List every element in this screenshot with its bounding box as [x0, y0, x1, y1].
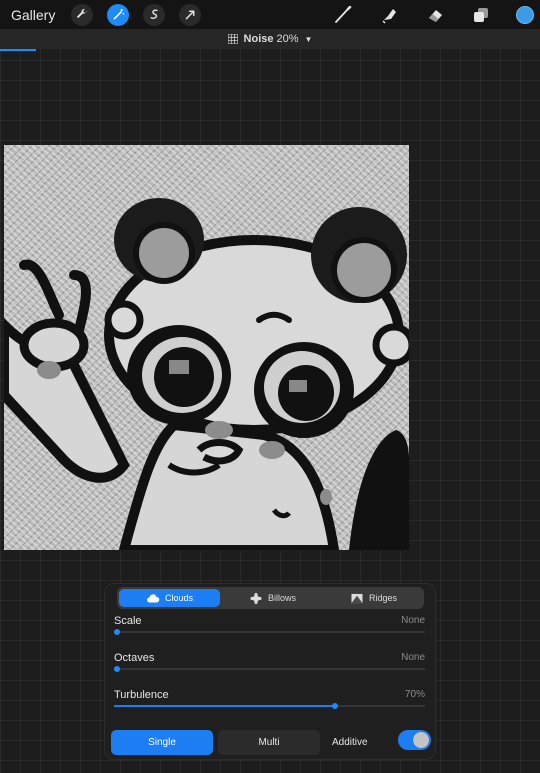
tab-ridges-label: Ridges [368, 593, 397, 603]
right-tool-group [332, 0, 540, 29]
additive-toggle[interactable] [398, 730, 431, 750]
turbulence-knob[interactable] [332, 703, 338, 709]
smudge-button[interactable] [378, 4, 400, 26]
noise-grid-icon [227, 34, 238, 44]
octaves-knob[interactable] [114, 666, 120, 672]
scale-track[interactable] [114, 629, 425, 635]
artwork-illustration [4, 198, 409, 550]
layers-button[interactable] [470, 4, 492, 26]
transform-arrow-icon [185, 10, 195, 20]
brush-button[interactable] [332, 4, 354, 26]
single-button[interactable]: Single [111, 729, 213, 755]
scale-label: Scale [114, 615, 142, 627]
wrench-icon [77, 8, 88, 18]
color-picker-button[interactable] [516, 5, 534, 24]
adjustment-title-bar[interactable]: Noise 20% ▼ [0, 29, 540, 49]
gallery-button[interactable]: Gallery [11, 7, 55, 23]
turbulence-track[interactable] [114, 703, 425, 709]
scale-knob[interactable] [114, 629, 120, 635]
selection-icon [150, 9, 158, 19]
octaves-label: Octaves [114, 652, 155, 664]
toggle-thumb [413, 732, 429, 748]
tab-billows-label: Billows [267, 593, 296, 603]
octaves-track[interactable] [114, 666, 425, 672]
brush-icon [335, 5, 352, 23]
turbulence-label: Turbulence [114, 689, 169, 701]
chevron-down-icon: ▼ [304, 34, 313, 44]
ridges-icon [351, 593, 363, 603]
adjustments-button[interactable] [107, 3, 130, 26]
adjustment-value: 20% [276, 33, 299, 45]
tab-billows[interactable]: Billows [222, 587, 323, 609]
blend-mode-row: Single Multi Additive [111, 729, 431, 755]
drawing-canvas[interactable] [4, 145, 409, 550]
adjustment-progress-bar [0, 49, 36, 51]
additive-label: Additive [332, 736, 368, 748]
tab-ridges[interactable]: Ridges [323, 587, 424, 609]
smudge-icon [382, 8, 396, 24]
eraser-icon [429, 9, 442, 22]
adjustment-name: Noise [243, 33, 274, 45]
transform-button[interactable] [179, 3, 202, 26]
multi-button[interactable]: Multi [218, 729, 320, 755]
magic-wand-icon [113, 8, 125, 20]
tab-clouds-label: Clouds [164, 593, 193, 603]
tab-clouds[interactable]: Clouds [119, 589, 220, 607]
billows-icon [250, 592, 262, 604]
actions-button[interactable] [71, 3, 94, 26]
layers-icon [474, 7, 488, 22]
turbulence-value: 70% [404, 689, 425, 700]
turbulence-fill [114, 705, 332, 707]
octaves-value: None [401, 652, 425, 663]
eraser-button[interactable] [424, 4, 446, 26]
noise-settings-panel: Clouds Billows Ridges Scale None Octaves… [104, 583, 436, 760]
cloud-icon [146, 593, 160, 602]
top-toolbar: Gallery [0, 0, 540, 29]
noise-type-segmented-control: Clouds Billows Ridges [117, 587, 424, 609]
scale-value: None [401, 615, 425, 626]
selection-button[interactable] [143, 3, 166, 26]
